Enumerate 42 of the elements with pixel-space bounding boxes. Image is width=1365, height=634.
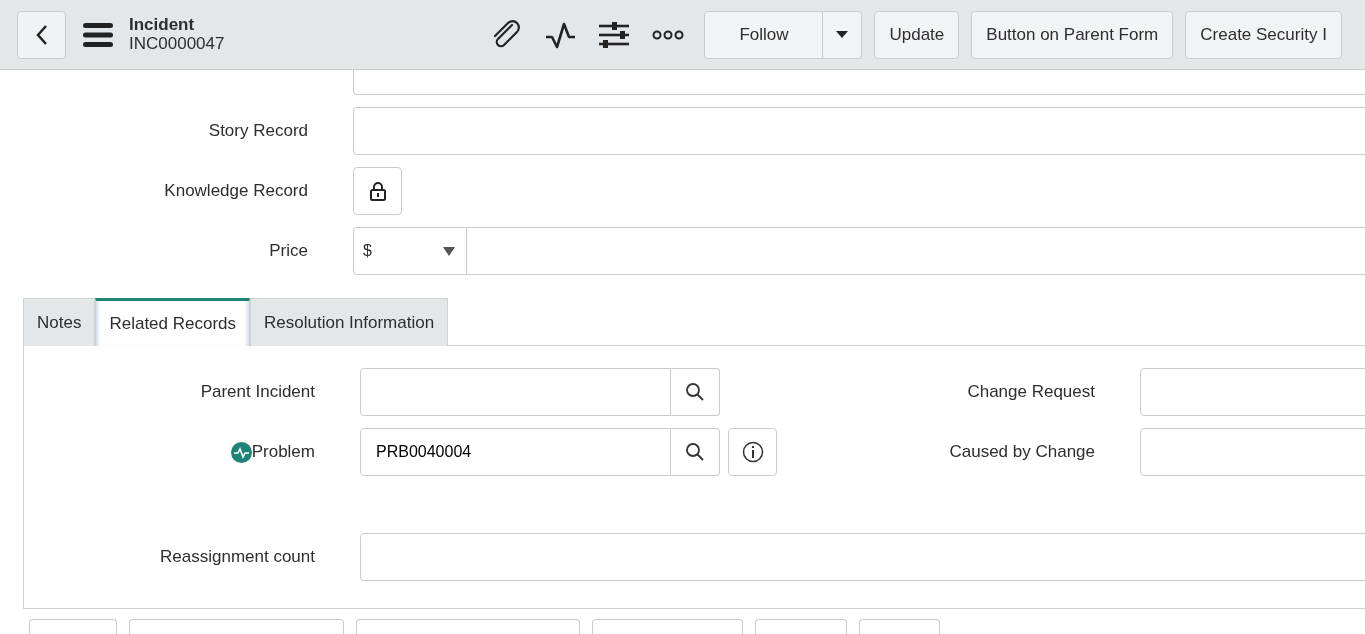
search-button[interactable] bbox=[671, 428, 720, 476]
field-label: Problem bbox=[251, 441, 315, 464]
follow-button[interactable]: Follow bbox=[704, 10, 824, 59]
input-field[interactable] bbox=[353, 107, 1365, 155]
search-icon bbox=[685, 442, 705, 462]
menu-icon[interactable] bbox=[83, 21, 113, 48]
field-label: Knowledge Record bbox=[164, 181, 308, 201]
field-label: Price bbox=[269, 241, 308, 261]
status-icon bbox=[230, 441, 252, 463]
reference-field[interactable] bbox=[1140, 368, 1365, 416]
tab[interactable]: Resolution Information bbox=[250, 298, 449, 346]
field-label: Reassignment count bbox=[160, 546, 315, 569]
more-icon[interactable] bbox=[652, 28, 685, 41]
reference-field[interactable] bbox=[1140, 428, 1365, 476]
currency-select[interactable]: $ bbox=[353, 227, 467, 275]
tab[interactable]: Related Records bbox=[95, 298, 251, 346]
reference-field[interactable]: PRB0040004 bbox=[360, 428, 671, 476]
field-label: Change Request bbox=[967, 381, 1095, 404]
caret-icon bbox=[443, 246, 455, 256]
record-number: INC0000047 bbox=[129, 34, 225, 54]
dropdown-button[interactable] bbox=[823, 10, 863, 59]
field-label: Caused by Change bbox=[949, 441, 1095, 464]
caret-icon bbox=[836, 31, 849, 38]
info-button[interactable] bbox=[728, 428, 777, 476]
back-icon bbox=[34, 23, 49, 46]
header-button[interactable]: Button on Parent Form bbox=[971, 10, 1174, 59]
record-type-title: Incident bbox=[129, 15, 196, 35]
input-field[interactable] bbox=[353, 70, 1365, 95]
field-label: Parent Incident bbox=[200, 381, 315, 404]
header-button[interactable]: Create Security I bbox=[1185, 10, 1342, 59]
back-button[interactable] bbox=[17, 10, 66, 59]
search-button[interactable] bbox=[671, 368, 720, 416]
info-icon bbox=[741, 441, 764, 463]
input-field[interactable] bbox=[360, 533, 1365, 581]
header-button[interactable]: Update bbox=[874, 10, 960, 59]
search-icon bbox=[685, 382, 705, 402]
lock-icon bbox=[368, 181, 387, 201]
field-label: Story Record bbox=[208, 121, 308, 141]
reference-field[interactable] bbox=[360, 368, 671, 416]
tab[interactable]: Notes bbox=[23, 298, 96, 346]
lock-button[interactable] bbox=[353, 167, 402, 215]
price-field[interactable] bbox=[467, 227, 1365, 275]
